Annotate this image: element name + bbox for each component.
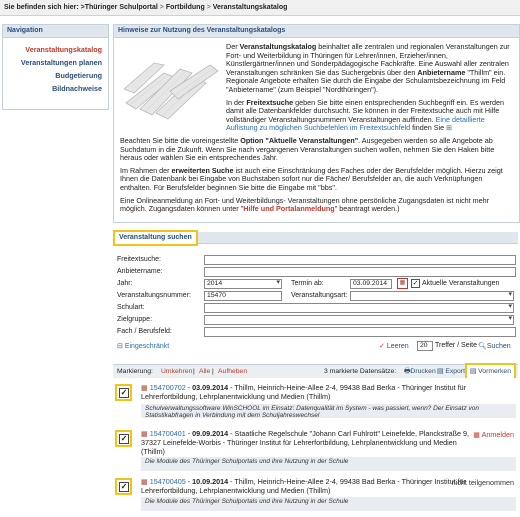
calendar-icon: ▦: [473, 430, 482, 439]
schulart-select[interactable]: [204, 303, 514, 313]
suchen-button[interactable]: 🔍︎Suchen: [478, 342, 511, 350]
result-number-link[interactable]: 154700702: [150, 383, 186, 392]
result-checkbox[interactable]: ✓: [115, 384, 132, 401]
termin-input[interactable]: 03.09.2014: [350, 279, 392, 289]
result-number-link[interactable]: 154700405: [150, 477, 186, 486]
status-not-participated: nicht teilgenommen: [451, 478, 514, 487]
anbieter-label: Anbietername:: [117, 268, 163, 275]
nav-item-veranstaltungen-planen[interactable]: Veranstaltungen planen: [3, 57, 102, 69]
vart-select[interactable]: [350, 291, 514, 301]
navigation-title: Navigation: [3, 25, 108, 38]
result-text: ▦ 154700405 - 10.09.2014 - Thillm, Heinr…: [141, 477, 466, 495]
hint-paragraph-2: In der Freitextsuche geben Sie bitte ein…: [226, 97, 504, 133]
breadcrumb-sep: >: [159, 4, 164, 11]
hint-paragraph-5: Eine Onlineanmeldung an Fort- und Weiter…: [120, 195, 490, 214]
aktuelle-checkbox[interactable]: ✓: [411, 279, 420, 288]
clear-icon: ✓: [379, 343, 387, 350]
hint-paragraph-3: Beachten Sie bitte die voreingestellte O…: [120, 135, 495, 163]
navigation-list: Veranstaltungskatalog Veranstaltungen pl…: [3, 38, 108, 95]
collapse-icon: ⊟: [117, 343, 125, 350]
zielgruppe-select[interactable]: [204, 315, 514, 325]
breadcrumb-fortbildung[interactable]: Fortbildung: [166, 4, 205, 11]
marker-bar: Markierung: Umkehren | Alle | Aufheben 3…: [113, 363, 518, 380]
breadcrumb-prefix: Sie befinden sich hier: >: [4, 4, 85, 11]
drucken-button[interactable]: 🖶︎Drucken: [404, 365, 436, 378]
marker-sep: |: [193, 368, 195, 375]
result-subtitle: Die Module des Thüringer Schulportals un…: [141, 457, 516, 471]
result-subtitle: Schulverwaltungssoftware WinSCHOOL im Ei…: [141, 404, 516, 419]
calendar-icon[interactable]: ▦: [397, 278, 408, 289]
result-date: 10.09.2014: [192, 477, 229, 486]
calendar-icon[interactable]: ▦: [141, 383, 150, 392]
treffer-label: Treffer / Seite: [435, 342, 478, 349]
hint-text: Der Veranstaltungskatalog beinhaltet all…: [120, 42, 512, 218]
zielgruppe-label: Zielgruppe:: [117, 316, 153, 323]
hint-panel: Hinweise zur Nutzung des Veranstaltungsk…: [113, 24, 520, 223]
marker-label: Markierung:: [117, 368, 153, 375]
calendar-icon[interactable]: ▦: [141, 477, 150, 486]
result-date: 09.09.2014: [192, 429, 229, 438]
search-icon: 🔍︎: [478, 343, 487, 350]
portal-login-link[interactable]: Hilfe und Portalanmeldung: [243, 204, 334, 213]
freitext-input[interactable]: [204, 255, 516, 265]
marked-count: 3 markierte Datensätze:: [324, 368, 397, 375]
aufheben-link[interactable]: Aufheben: [218, 365, 247, 378]
hint-title: Hinweise zur Nutzung des Veranstaltungsk…: [114, 25, 519, 38]
schulart-label: Schulart:: [117, 304, 145, 311]
navigation-panel: Navigation Veranstaltungskatalog Veranst…: [2, 24, 109, 110]
marker-sep: |: [212, 368, 214, 375]
vnr-input[interactable]: 15470: [204, 291, 282, 301]
freitext-label: Freitextsuche:: [117, 256, 161, 263]
aktuelle-label: Aktuelle Veranstaltungen: [422, 280, 500, 287]
nav-item-bildnachweise[interactable]: Bildnachweise: [3, 83, 102, 95]
calendar-icon[interactable]: ▦: [141, 429, 150, 438]
breadcrumb-sep: >: [206, 4, 211, 11]
leeren-button[interactable]: ✓ Leeren: [379, 342, 409, 350]
info-icon[interactable]: ⊞: [446, 123, 452, 133]
result-checkbox[interactable]: ✓: [115, 430, 132, 447]
results-list: ✓ ▦ 154700702 - 03.09.2014 - Thillm, Hei…: [113, 378, 518, 517]
vart-label: Veranstaltungsart:: [291, 292, 348, 299]
vnr-label: Veranstaltungsnummer:: [117, 292, 191, 299]
result-text: ▦ 154700702 - 03.09.2014 - Thillm, Heinr…: [141, 383, 466, 401]
hint-paragraph-4: Im Rahmen der erweiterten Suche ist auch…: [120, 165, 503, 192]
result-number-link[interactable]: 154700401: [150, 429, 186, 438]
result-text: ▦ 154700401 - 09.09.2014 - Staatliche Re…: [141, 429, 469, 456]
result-checkbox[interactable]: ✓: [115, 478, 132, 495]
search-form: Freitextsuche: Anbietername: Jahr: 2014 …: [113, 243, 518, 361]
nav-item-budgetierung[interactable]: Budgetierung: [3, 70, 102, 82]
eingeschraenkt-toggle[interactable]: ⊟ Eingeschränkt: [117, 342, 169, 350]
fach-input[interactable]: [204, 327, 516, 337]
result-date: 03.09.2014: [192, 383, 229, 392]
bookmark-icon: ▤: [469, 368, 479, 375]
result-subtitle: Die Module des Thüringer Schulportals un…: [141, 497, 516, 511]
jahr-select[interactable]: 2014: [204, 279, 282, 289]
anbieter-input[interactable]: [204, 267, 516, 277]
jahr-label: Jahr:: [117, 280, 133, 287]
alle-link[interactable]: Alle: [199, 365, 210, 378]
fach-label: Fach / Berufsfeld:: [117, 328, 172, 335]
breadcrumb-current: Veranstaltungskatalog: [212, 4, 288, 11]
breadcrumb: Sie befinden sich hier: >Thüringer Schul…: [0, 0, 520, 16]
anmelden-button[interactable]: ▦ Anmelden: [473, 430, 514, 439]
treffer-input[interactable]: 20: [417, 341, 433, 351]
nav-item-veranstaltungskatalog[interactable]: Veranstaltungskatalog: [3, 44, 102, 56]
umkehren-link[interactable]: Umkehren: [161, 365, 192, 378]
hint-paragraph-1: Der Veranstaltungskatalog beinhaltet all…: [226, 42, 510, 94]
breadcrumb-portal[interactable]: Thüringer Schulportal: [85, 4, 158, 11]
termin-label: Termin ab:: [291, 280, 324, 287]
